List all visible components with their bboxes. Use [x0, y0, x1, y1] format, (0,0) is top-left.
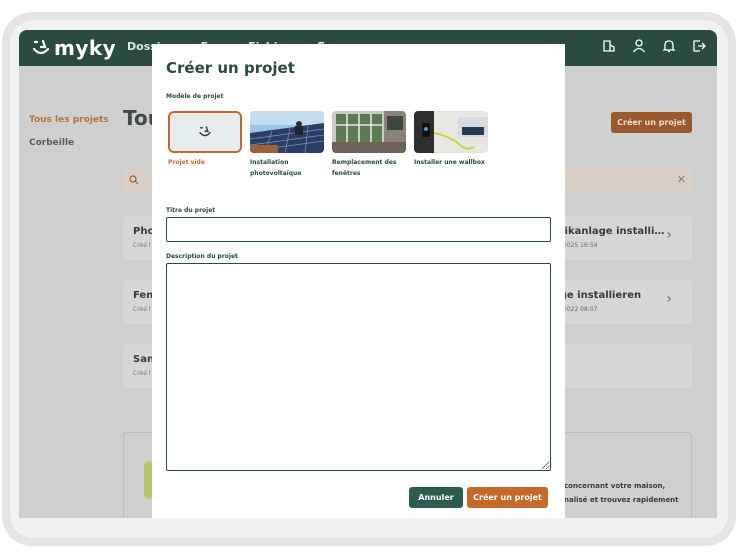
myky-logo-icon: [32, 39, 50, 55]
wallbox-photo: [414, 111, 488, 153]
template-caption: Remplacement des fenêtres: [332, 159, 397, 177]
search-icon: [129, 175, 139, 185]
chevron-right-icon: ›: [666, 227, 672, 243]
template-caption: Installation photovoltaïque: [250, 159, 302, 177]
template-label: Modèle de projet: [166, 93, 224, 100]
template-empty-project[interactable]: Projet vide: [168, 111, 242, 168]
project-card-date: 2022 08:07: [563, 306, 598, 313]
description-field-label: Description du projet: [166, 253, 238, 260]
create-project-modal: Créer un projet Modèle de projet Projet …: [152, 44, 565, 518]
template-window-replacement[interactable]: Remplacement des fenêtres: [332, 111, 406, 179]
app-screen: myky Dossi E Fichi E Tous les projets Co…: [19, 30, 717, 518]
solar-panel-photo: [250, 111, 324, 153]
project-card-date: 2025 16:54: [563, 242, 598, 249]
create-project-button[interactable]: Créer un projet: [611, 112, 692, 133]
project-card-subtitle: Créé l: [133, 306, 151, 313]
template-caption: Projet vide: [168, 159, 205, 166]
template-thumbnail: [168, 111, 242, 153]
clear-search-icon[interactable]: ✕: [677, 173, 686, 186]
promo-text-line2: nalisé et trouvez rapidement: [564, 496, 679, 504]
project-card-subtitle: Créé l: [133, 242, 151, 249]
project-card-right-title: age installieren: [553, 290, 642, 301]
project-description-textarea[interactable]: [166, 263, 551, 471]
cancel-button[interactable]: Annuler: [409, 487, 463, 508]
template-wallbox[interactable]: Installer une wallbox: [414, 111, 488, 168]
brand-logo[interactable]: myky: [31, 36, 116, 60]
user-icon[interactable]: [631, 38, 647, 54]
sidebar: Tous les projets Corbeille: [19, 66, 115, 518]
brand-name: myky: [54, 36, 117, 60]
chevron-right-icon: ›: [666, 291, 672, 307]
template-photovoltaic[interactable]: Installation photovoltaïque: [250, 111, 324, 179]
house-document-icon[interactable]: [601, 38, 617, 54]
submit-create-project-button[interactable]: Créer un projet: [467, 487, 548, 508]
myky-logo-icon: [199, 126, 211, 137]
project-card-subtitle: Créé l: [133, 370, 151, 377]
sidebar-item-all-projects[interactable]: Tous les projets: [29, 115, 109, 125]
top-icons: [601, 38, 707, 54]
project-title-input[interactable]: [166, 217, 551, 242]
modal-title: Créer un projet: [166, 59, 295, 77]
template-caption: Installer une wallbox: [414, 159, 485, 166]
bell-icon[interactable]: [661, 38, 677, 54]
project-card-right-title: taikanlage installi…: [553, 226, 665, 237]
sidebar-item-trash[interactable]: Corbeille: [29, 138, 74, 148]
logout-icon[interactable]: [691, 38, 707, 54]
promo-text-line1: concernant votre maison,: [564, 482, 666, 490]
windows-photo: [332, 111, 406, 153]
title-field-label: Titre du projet: [166, 207, 216, 214]
